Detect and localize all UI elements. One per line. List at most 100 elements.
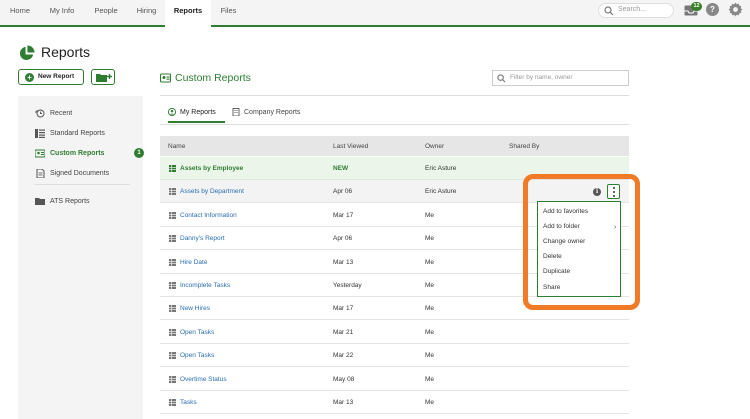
menu-item-share[interactable]: Share bbox=[543, 284, 560, 291]
owner-cell: Me bbox=[425, 352, 435, 360]
gear-icon[interactable] bbox=[728, 2, 743, 17]
new-folder-button[interactable] bbox=[91, 69, 115, 85]
table-icon bbox=[169, 188, 176, 196]
sidebar-item-label: Signed Documents bbox=[50, 170, 110, 177]
top-navigation-bar: Home My Info People Hiring Reports Files… bbox=[0, 0, 750, 27]
last-viewed-cell: Yesterday bbox=[333, 282, 362, 289]
table-row[interactable]: Overtime Status May 08 Me bbox=[160, 367, 629, 391]
table-row[interactable]: Open Tasks Mar 22 Me bbox=[160, 344, 629, 368]
last-viewed-cell: Mar 17 bbox=[333, 305, 354, 313]
owner-cell: Me bbox=[425, 399, 435, 406]
nav-tab-hiring[interactable]: Hiring bbox=[128, 0, 165, 25]
building-icon bbox=[232, 108, 240, 116]
divider bbox=[160, 95, 629, 96]
report-name-link[interactable]: Open Tasks bbox=[180, 352, 214, 359]
custom-report-icon bbox=[35, 149, 45, 158]
global-search-input[interactable]: Search... bbox=[598, 3, 674, 18]
owner-cell: Me bbox=[425, 258, 435, 266]
report-name-link[interactable]: Danny's Report bbox=[180, 235, 225, 242]
report-name-link[interactable]: Open Tasks bbox=[180, 329, 214, 336]
report-name-link[interactable]: Incomplete Tasks bbox=[180, 282, 230, 289]
last-viewed-cell: Mar 13 bbox=[333, 399, 354, 406]
tab-my-reports[interactable]: My Reports bbox=[168, 107, 225, 123]
last-viewed-cell: NEW bbox=[333, 165, 349, 172]
search-placeholder: Search... bbox=[618, 6, 647, 13]
report-name-link[interactable]: Assets by Department bbox=[180, 188, 244, 195]
sidebar-item-label: Standard Reports bbox=[50, 130, 105, 137]
report-name-link[interactable]: Assets by Employee bbox=[180, 165, 243, 172]
table-icon bbox=[169, 258, 176, 266]
table-header: Name Last Viewed Owner Shared By bbox=[160, 136, 629, 156]
menu-item-add-to-favorites[interactable]: Add to favorites bbox=[543, 208, 588, 215]
table-icon bbox=[169, 305, 176, 313]
tab-label: My Reports bbox=[180, 109, 216, 116]
table-icon bbox=[169, 211, 176, 219]
last-viewed-cell: Apr 06 bbox=[333, 235, 353, 243]
menu-item-change-owner[interactable]: Change owner bbox=[543, 238, 585, 245]
column-header-shared-by[interactable]: Shared By bbox=[509, 143, 539, 150]
owner-cell: Eric Asture bbox=[425, 188, 457, 196]
kebab-dot bbox=[613, 187, 615, 189]
owner-cell: Eric Asture bbox=[425, 165, 457, 172]
last-viewed-cell: May 08 bbox=[333, 375, 355, 383]
column-header-last-viewed[interactable]: Last Viewed bbox=[333, 143, 368, 150]
last-viewed-cell: Mar 21 bbox=[333, 328, 354, 336]
table-row[interactable]: Tasks Mar 13 Me bbox=[160, 391, 629, 414]
custom-report-icon bbox=[160, 73, 171, 83]
menu-item-duplicate[interactable]: Duplicate bbox=[543, 268, 570, 275]
inbox-count-badge: 12 bbox=[691, 2, 702, 11]
filter-input[interactable]: Filter by name, owner bbox=[492, 70, 629, 86]
new-report-label: New Report bbox=[38, 73, 75, 80]
table-icon bbox=[169, 282, 176, 289]
search-icon bbox=[497, 74, 506, 83]
report-name-link[interactable]: Hire Date bbox=[180, 259, 207, 266]
report-name-link[interactable]: Overtime Status bbox=[180, 376, 227, 383]
table-icon bbox=[169, 328, 176, 336]
table-row[interactable]: Open Tasks Mar 21 Me bbox=[160, 320, 629, 344]
reports-sidebar: Recent Standard Reports Custom Reports 1… bbox=[18, 96, 144, 419]
tab-company-reports[interactable]: Company Reports bbox=[232, 107, 308, 123]
table-row[interactable]: New Hires Mar 17 Me bbox=[160, 297, 629, 321]
table-row[interactable]: Assets by Department Apr 06 Eric Asture bbox=[160, 180, 629, 204]
more-options-button[interactable] bbox=[607, 184, 620, 199]
table-icon bbox=[169, 375, 176, 383]
last-viewed-cell: Mar 22 bbox=[333, 352, 354, 360]
section-title: Custom Reports bbox=[175, 72, 251, 84]
menu-item-add-to-folder[interactable]: Add to folder bbox=[543, 223, 580, 230]
nav-tab-reports[interactable]: Reports bbox=[165, 0, 211, 27]
sidebar-item-label: ATS Reports bbox=[50, 198, 90, 205]
plus-icon: + bbox=[25, 73, 34, 82]
info-icon[interactable]: i bbox=[593, 188, 601, 196]
sidebar-divider bbox=[35, 184, 130, 185]
owner-cell: Me bbox=[425, 305, 435, 313]
new-report-button[interactable]: + New Report bbox=[18, 69, 84, 85]
sidebar-item-label: Recent bbox=[50, 110, 73, 117]
nav-tab-home[interactable]: Home bbox=[0, 0, 40, 25]
menu-item-delete[interactable]: Delete bbox=[543, 253, 562, 260]
tab-label: Company Reports bbox=[244, 109, 301, 116]
table-icon bbox=[169, 235, 176, 243]
last-viewed-cell: Apr 06 bbox=[333, 188, 353, 196]
owner-cell: Me bbox=[425, 211, 435, 219]
sidebar-item-label: Custom Reports bbox=[50, 150, 105, 157]
report-name-link[interactable]: Contact Information bbox=[180, 212, 237, 219]
help-icon[interactable]: ? bbox=[706, 3, 719, 16]
report-options-menu: Add to favorites Add to folder › Change … bbox=[537, 201, 621, 297]
column-header-owner[interactable]: Owner bbox=[425, 143, 444, 150]
last-viewed-cell: Mar 13 bbox=[333, 258, 354, 266]
user-icon bbox=[168, 108, 176, 116]
column-header-name[interactable]: Name bbox=[168, 143, 185, 150]
report-name-link[interactable]: New Hires bbox=[180, 305, 210, 312]
nav-tab-files[interactable]: Files bbox=[211, 0, 246, 25]
folder-icon bbox=[35, 198, 45, 205]
kebab-dot bbox=[613, 191, 615, 193]
report-name-link[interactable]: Tasks bbox=[180, 399, 197, 406]
pie-chart-icon bbox=[19, 45, 35, 61]
nav-tab-my-info[interactable]: My Info bbox=[40, 0, 84, 25]
folder-plus-icon bbox=[96, 74, 112, 82]
table-row[interactable]: Assets by Employee NEW Eric Asture bbox=[160, 157, 629, 180]
clock-history-icon bbox=[35, 109, 45, 118]
owner-cell: Me bbox=[425, 375, 435, 383]
owner-cell: Me bbox=[425, 235, 435, 243]
nav-tab-people[interactable]: People bbox=[84, 0, 128, 25]
